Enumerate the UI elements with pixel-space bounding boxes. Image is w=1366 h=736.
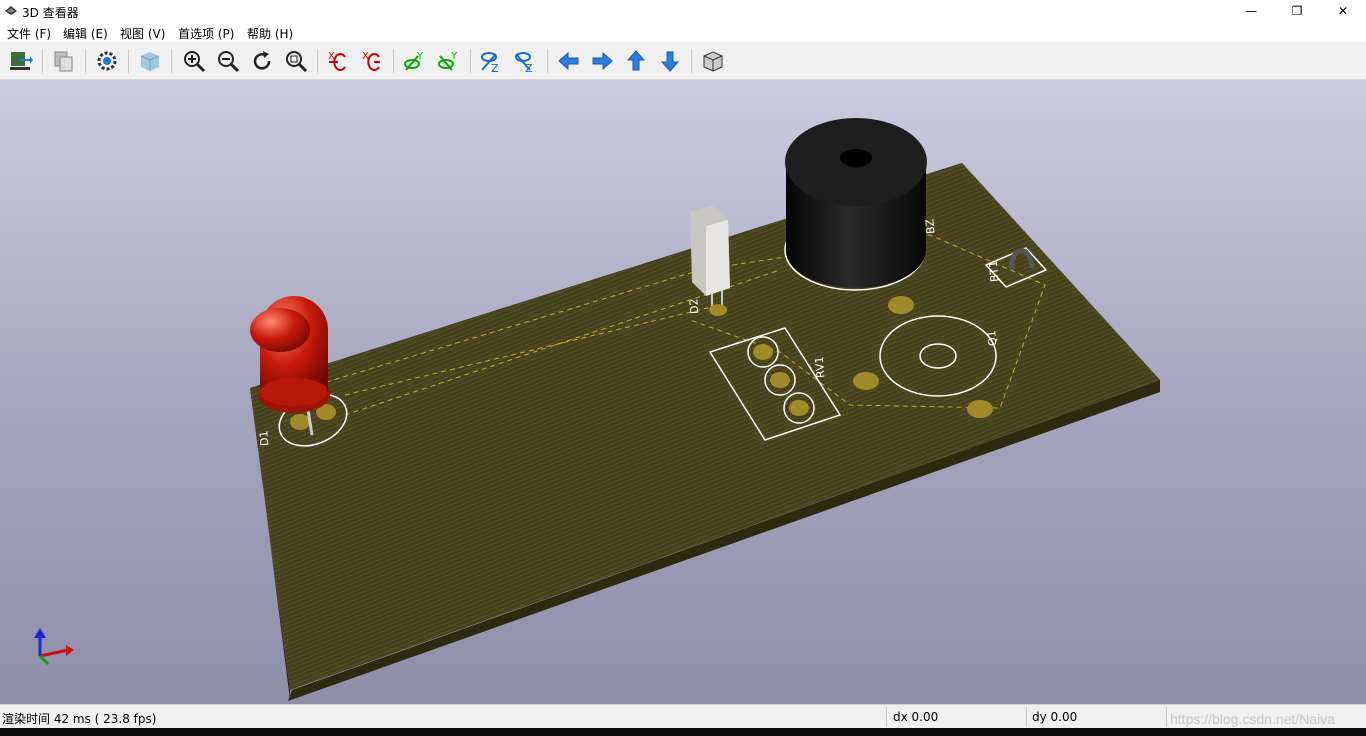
toolbar-separator [171,49,172,73]
toolbar-separator [128,49,129,73]
zoom-out-icon [218,51,240,73]
axis-gizmo [34,628,74,666]
rotate-y-ccw-icon: Y [438,51,458,71]
status-divider [1026,707,1027,727]
ref-bt1: BT1 [987,260,1002,282]
pan-left-button[interactable] [554,46,584,76]
status-divider [886,707,887,727]
ref-d1: D1 [257,430,271,447]
pan-up-icon [626,50,646,71]
rotate-x-ccw-button[interactable]: X [357,46,387,76]
toolbar-separator [317,49,318,73]
app-3d-icon [5,6,17,15]
rotate-x-cw-button[interactable]: X [323,46,353,76]
rotate-y-cw-icon: Y [404,51,424,71]
zoom-in-button[interactable] [179,46,209,76]
redraw-button[interactable] [247,46,277,76]
toolbar-separator [547,49,548,73]
3d-viewport[interactable]: D1 D2 RV1 BZ Q1 BT1 [0,80,1366,704]
rotate-z-ccw-icon: Z [515,52,533,74]
menu-view[interactable]: 视图 (V) [120,25,165,42]
pcb-scene: D1 D2 RV1 BZ Q1 BT1 [34,118,1160,701]
reload-board-icon [10,52,33,70]
pan-down-button[interactable] [655,46,685,76]
menu-preferences[interactable]: 首选项 (P) [178,25,234,42]
toolbar-separator [393,49,394,73]
ortho-cube-button[interactable] [698,46,728,76]
zoom-fit-button[interactable] [281,46,311,76]
zoom-out-button[interactable] [213,46,243,76]
taskbar-strip [0,728,1366,736]
title-bar: 3D 查看器 — ❐ ✕ [0,0,1366,22]
toolbar-separator [42,49,43,73]
zoom-in-icon [184,51,206,73]
rotate-x-ccw-icon: X [362,51,380,71]
toolbar-separator [470,49,471,73]
pan-down-icon [660,51,680,72]
ref-d2: D2 [687,298,701,315]
copy-image-icon [54,51,73,72]
pan-right-button[interactable] [587,46,617,76]
minimize-button[interactable]: — [1228,0,1274,22]
rotate-y-ccw-button[interactable]: Y [434,46,464,76]
ref-bz: BZ [923,218,937,235]
pan-left-icon [558,51,579,71]
rotate-z-cw-icon: Z [481,52,499,74]
zoom-fit-icon [286,51,308,73]
rotate-y-cw-button[interactable]: Y [400,46,430,76]
restore-icon: ❐ [1291,4,1303,18]
ref-q1: Q1 [985,330,999,347]
render-time-label: 渲染时间 42 ms ( 23.8 fps) [2,712,157,726]
status-bar: 渲染时间 42 ms ( 23.8 fps) dx 0.00 dy 0.00 h… [0,704,1366,728]
watermark: https://blog.csdn.net/Naiva [1170,711,1335,727]
pan-up-button[interactable] [621,46,651,76]
raytracing-button[interactable] [135,46,165,76]
ref-rv1: RV1 [813,356,828,379]
rotate-x-cw-icon: X [328,51,346,71]
reload-board-button[interactable] [6,46,36,76]
pan-right-icon [592,51,613,71]
close-icon: ✕ [1337,4,1349,18]
dx-readout: dx 0.00 [893,710,939,724]
status-divider [1166,707,1167,727]
window-title: 3D 查看器 [22,6,79,20]
rotate-z-cw-button[interactable]: Z [476,46,506,76]
dy-readout: dy 0.00 [1032,710,1078,724]
buzzer-bz [784,118,927,291]
menu-help[interactable]: 帮助 (H) [247,25,293,42]
raytracing-icon [140,52,160,71]
ortho-cube-icon [703,51,723,72]
toolbar-separator [691,49,692,73]
rotate-z-ccw-button[interactable]: Z [510,46,540,76]
toolbar: X X Y Y Z Z [0,42,1366,80]
settings-button[interactable] [92,46,122,76]
svg-text:Z: Z [491,62,499,74]
menu-bar: 文件 (F) 编辑 (E) 视图 (V) 首选项 (P) 帮助 (H) [0,22,1366,42]
settings-icon [97,51,117,71]
menu-edit[interactable]: 编辑 (E) [63,25,108,42]
copy-image-button[interactable] [49,46,79,76]
minimize-icon: — [1245,4,1257,18]
menu-file[interactable]: 文件 (F) [7,25,51,42]
toolbar-separator [85,49,86,73]
restore-button[interactable]: ❐ [1274,0,1320,22]
redraw-icon [253,51,271,70]
close-button[interactable]: ✕ [1320,0,1366,22]
